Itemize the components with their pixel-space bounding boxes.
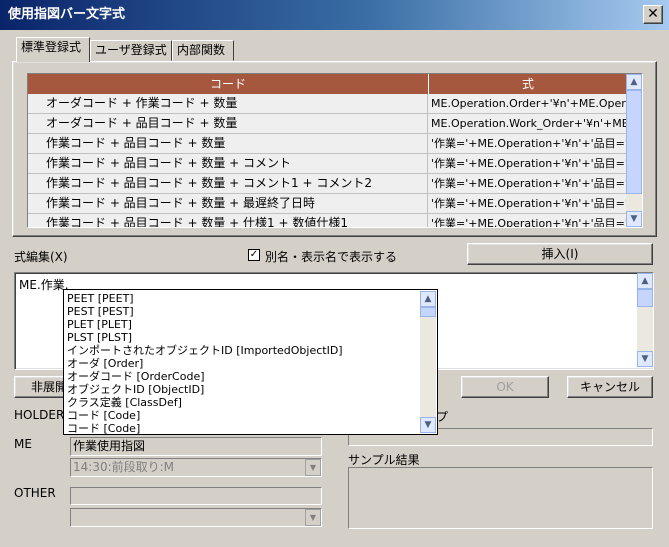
- grid-cell-code: 作業コード + 品目コード + 数量 + コメント: [28, 154, 428, 174]
- close-button[interactable]: ✕: [643, 5, 663, 24]
- scroll-up-icon[interactable]: ▲: [637, 273, 653, 289]
- cancel-button[interactable]: キャンセル: [567, 376, 653, 398]
- grid-cell-expression: '作業='+ME.Operation+'¥n'+'品目='+ME.: [431, 137, 628, 150]
- grid-cell-expression: '作業='+ME.Operation+'¥n'+'品目='+ME.: [431, 197, 628, 210]
- grid-cell-expression: ME.Operation.Order+'¥n'+ME.Operation.: [431, 97, 628, 110]
- grid-scrollbar[interactable]: ▲ ▼: [626, 74, 642, 227]
- editor-label: 式編集(X): [14, 250, 68, 264]
- cancel-button-label: キャンセル: [579, 380, 640, 394]
- grid-cell-code: 作業コード + 品目コード + 数量 + 最遅終了日時: [28, 194, 428, 214]
- title-bar: 使用指図バー文字式: [0, 0, 669, 30]
- grid-row[interactable]: オーダコード + 品目コード + 数量 ME.Operation.Work_Or…: [28, 114, 628, 134]
- grid-cell-expression: ME.Operation.Work_Order+'¥n'+ME.Ope: [431, 117, 628, 130]
- me-combo[interactable]: 14:30:前段取り:M ▼: [70, 458, 322, 477]
- tab-standard[interactable]: 標準登録式: [16, 37, 90, 62]
- grid-cell-code: 作業コード + 品目コード + 数量 + 仕様1 + 数値仕様1: [28, 214, 428, 227]
- grid-row[interactable]: 作業コード + 品目コード + 数量 + コメント1 + コメント2 '作業='…: [28, 174, 628, 194]
- holder-label: HOLDER: [14, 408, 65, 422]
- scroll-down-icon[interactable]: ▼: [626, 211, 642, 227]
- autocomplete-list[interactable]: PEET [PEET] PEST [PEST] PLET [PLET] PLST…: [63, 289, 438, 435]
- tab-internal-functions[interactable]: 内部関数: [172, 40, 234, 61]
- grid-cell-expression: '作業='+ME.Operation+'¥n'+'品目='+ME.: [431, 177, 628, 190]
- list-item[interactable]: PEET [PEET]: [67, 292, 134, 305]
- me-value: 作業使用指図: [73, 439, 146, 453]
- other-label: OTHER: [14, 486, 56, 500]
- expression-grid[interactable]: コード 式 オーダコード + 作業コード + 数量 ME.Operation.O…: [27, 73, 643, 228]
- scroll-thumb[interactable]: [420, 307, 436, 317]
- other-field: [70, 487, 322, 505]
- scroll-thumb[interactable]: [637, 289, 653, 307]
- list-item[interactable]: オーダ [Order]: [67, 357, 143, 370]
- grid-row[interactable]: 作業コード + 品目コード + 数量 + 仕様1 + 数値仕様1 '作業='+M…: [28, 214, 628, 228]
- list-item[interactable]: オブジェクトID [ObjectID]: [67, 383, 204, 396]
- scroll-thumb[interactable]: [626, 90, 642, 194]
- autocomplete-scrollbar[interactable]: ▲ ▼: [420, 291, 436, 433]
- me-label: ME: [14, 437, 32, 451]
- grid-header-expression[interactable]: 式: [429, 74, 628, 94]
- tab-user-label: ユーザ登録式: [95, 43, 167, 57]
- editor-scrollbar[interactable]: ▲ ▼: [637, 273, 653, 367]
- editor-text: ME.作業.: [19, 278, 69, 292]
- chevron-down-icon[interactable]: ▼: [305, 459, 321, 476]
- grid-cell-code: 作業コード + 品目コード + 数量: [28, 134, 428, 154]
- grid-cell-code: オーダコード + 作業コード + 数量: [28, 94, 428, 114]
- scroll-up-icon[interactable]: ▲: [420, 291, 436, 307]
- tab-standard-label: 標準登録式: [21, 40, 82, 54]
- grid-cell-expression: '作業='+ME.Operation+'¥n'+'品目='+ME.: [431, 157, 628, 170]
- scroll-up-icon[interactable]: ▲: [626, 74, 642, 90]
- tab-user[interactable]: ユーザ登録式: [90, 40, 172, 61]
- scroll-down-icon[interactable]: ▼: [637, 351, 653, 367]
- close-icon: ✕: [647, 6, 659, 22]
- alias-checkbox[interactable]: ✓: [248, 249, 260, 261]
- list-item[interactable]: インポートされたオブジェクトID [ImportedObjectID]: [67, 344, 343, 357]
- grid-row[interactable]: オーダコード + 作業コード + 数量 ME.Operation.Order+'…: [28, 94, 628, 114]
- sample-result-label: サンプル結果: [348, 453, 420, 467]
- scroll-down-icon[interactable]: ▼: [420, 417, 436, 433]
- list-item[interactable]: PEST [PEST]: [67, 305, 134, 318]
- tab-internal-label: 内部関数: [177, 43, 226, 57]
- insert-button[interactable]: 挿入(I): [467, 243, 653, 265]
- ok-button[interactable]: OK: [461, 376, 549, 398]
- list-item[interactable]: オーダコード [OrderCode]: [67, 370, 205, 383]
- insert-button-label: 挿入(I): [541, 247, 579, 261]
- grid-cell-code: オーダコード + 品目コード + 数量: [28, 114, 428, 134]
- window-title: 使用指図バー文字式: [8, 7, 126, 22]
- ok-button-label: OK: [496, 380, 514, 394]
- me-value-field: 作業使用指図: [70, 437, 322, 456]
- grid-row[interactable]: 作業コード + 品目コード + 数量 '作業='+ME.Operation+'¥…: [28, 134, 628, 154]
- other-combo[interactable]: ▼: [70, 508, 322, 527]
- sample-result-box: [348, 467, 653, 529]
- grid-row[interactable]: 作業コード + 品目コード + 数量 + コメント '作業='+ME.Opera…: [28, 154, 628, 174]
- list-item[interactable]: コード [Code]: [67, 409, 140, 422]
- list-item[interactable]: クラス定義 [ClassDef]: [67, 396, 182, 409]
- grid-row[interactable]: 作業コード + 品目コード + 数量 + 最遅終了日時 '作業='+ME.Ope…: [28, 194, 628, 214]
- collapse-button-label: 非展開: [30, 380, 67, 394]
- grid-header-code[interactable]: コード: [28, 74, 429, 94]
- list-item[interactable]: PLET [PLET]: [67, 318, 132, 331]
- grid-cell-expression: '作業='+ME.Operation+'¥n'+'品目='+ME.: [431, 217, 628, 228]
- grid-cell-code: 作業コード + 品目コード + 数量 + コメント1 + コメント2: [28, 174, 428, 194]
- me-combo-value: 14:30:前段取り:M: [73, 460, 175, 474]
- alias-checkbox-label[interactable]: 別名・表示名で表示する: [265, 248, 397, 265]
- list-item[interactable]: コード [Code]: [67, 422, 140, 434]
- chevron-down-icon[interactable]: ▼: [305, 509, 321, 526]
- list-item[interactable]: PLST [PLST]: [67, 331, 132, 344]
